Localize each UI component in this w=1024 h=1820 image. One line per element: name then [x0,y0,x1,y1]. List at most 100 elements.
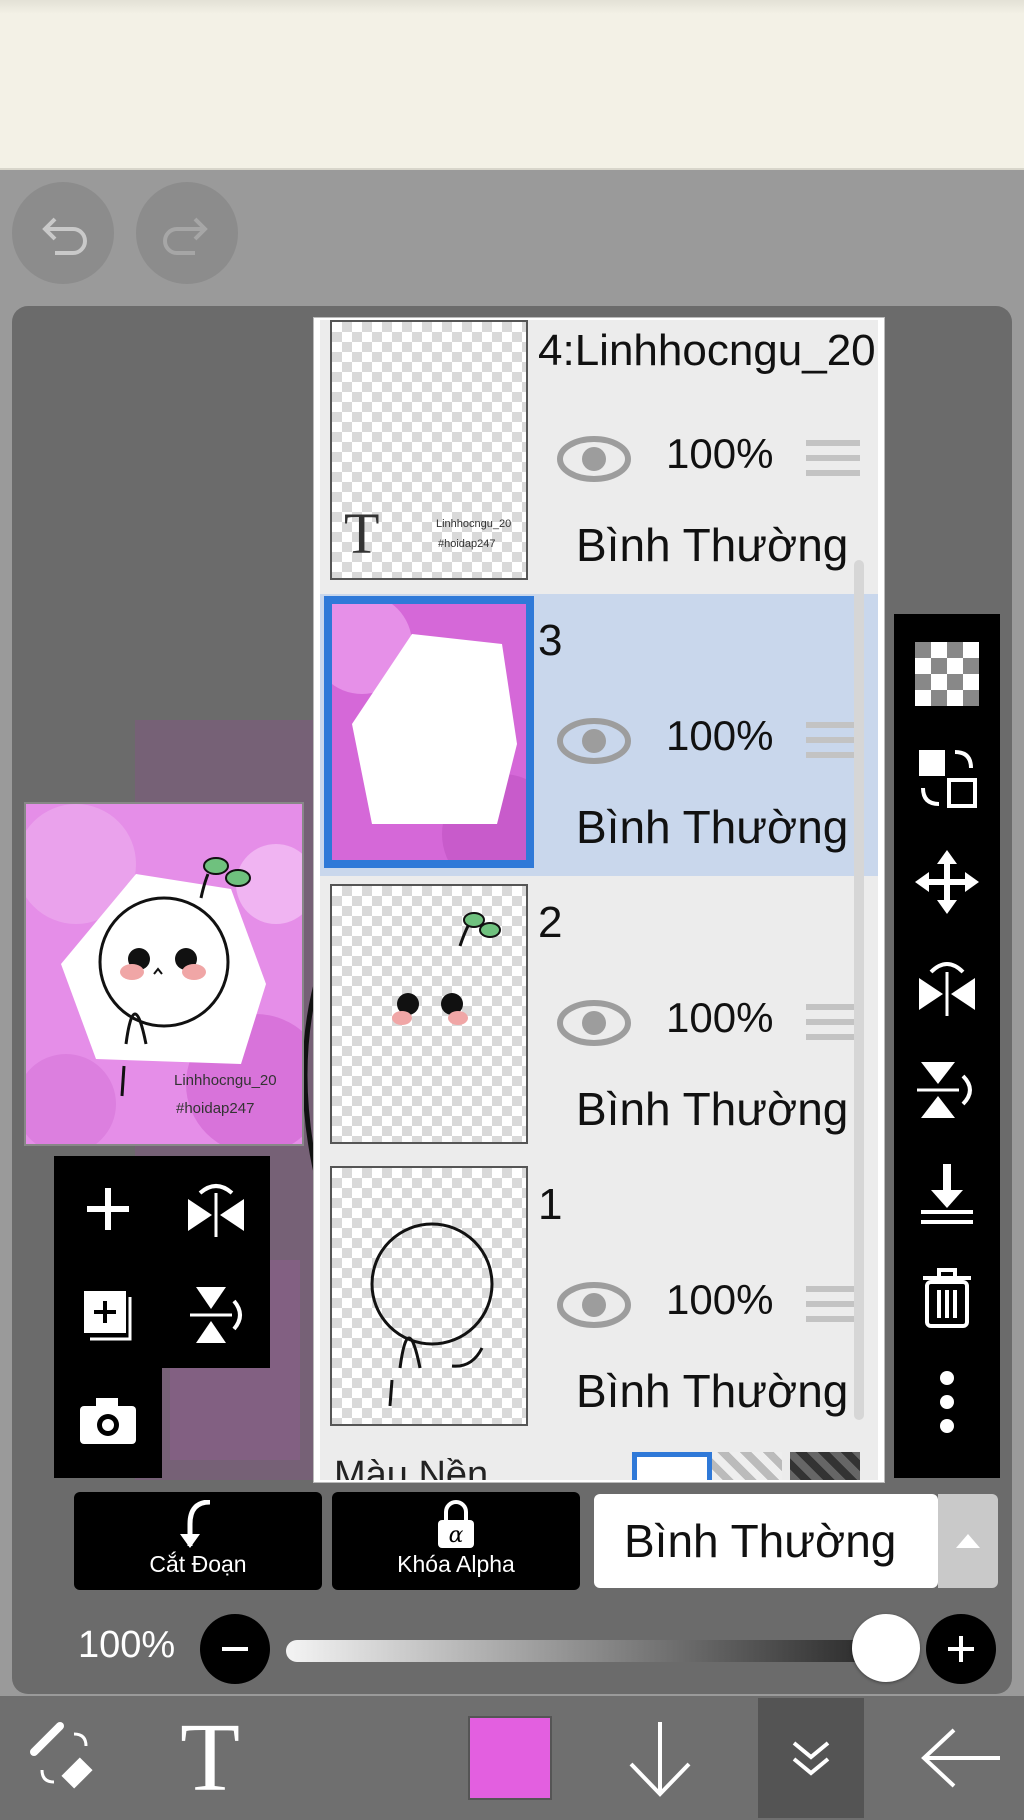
bg-dark-swatch[interactable] [790,1452,860,1480]
bottom-toolbar: T [0,1696,1024,1820]
add-layer-button[interactable] [54,1156,162,1262]
more-options-button[interactable] [894,1350,1000,1454]
layer-name: 1 [538,1180,563,1229]
layer2-drawing [392,912,501,1025]
layer-thumbnail [324,596,534,868]
arrow-down-icon [629,1722,691,1797]
plus-icon [87,1188,129,1230]
flip-vertical-icon [917,1062,972,1118]
blend-mode-select[interactable]: Bình Thường [594,1494,938,1588]
back-button[interactable] [912,1696,1012,1820]
merge-down-button[interactable] [894,1142,1000,1246]
background-label: Màu Nền [334,1454,489,1482]
layer-name: 2 [538,898,563,947]
checkerboard-icon [915,642,979,706]
flip-vertical-button[interactable] [162,1262,270,1368]
lock-icon: α [438,1500,474,1548]
delete-layer-button[interactable] [894,1246,1000,1350]
triangle-up-icon [956,1534,980,1548]
opacity-slider-track[interactable] [286,1640,896,1662]
layer-opacity: 100% [666,1276,774,1323]
flip-horizontal-icon [188,1184,244,1237]
layer-row-4[interactable]: T Linhhocngu_20 #hoidap247 4:Linhhocngu_… [320,320,878,596]
move-arrows-icon [915,850,979,914]
layer-blend-mode: Bình Thường [576,1365,849,1417]
add-copy-layer-button[interactable] [54,1262,162,1368]
more-vertical-icon [940,1371,954,1433]
minus-icon [222,1647,248,1651]
opacity-increase-button[interactable] [926,1614,996,1684]
flip-vertical-icon [190,1287,242,1343]
text-tool-icon: T [180,1704,240,1812]
opacity-decrease-button[interactable] [200,1614,270,1684]
preview-watermark-1: Linhhocngu_20 [174,1072,277,1089]
preview-drawing [26,804,302,1144]
alpha-lock-label: Khóa Alpha [397,1551,515,1577]
layer-opacity: 100% [666,994,774,1041]
plus-icon [948,1636,974,1662]
layer-thumbnail [330,884,528,1144]
layer-name: 4:Linhhocngu_20 [538,326,876,375]
drag-handle-icon[interactable] [806,722,860,767]
thumb-text-1: Linhhocngu_20 [436,518,512,530]
alpha-lock-button[interactable]: α Khóa Alpha [332,1492,580,1590]
blend-mode-dropdown-button[interactable] [938,1494,998,1588]
swap-icon [919,750,977,808]
layer-row-1[interactable]: 1 100% Bình Thường [320,1158,878,1442]
color-picker-button[interactable] [460,1696,560,1820]
text-tool-button[interactable]: T [160,1696,260,1820]
opacity-slider-handle[interactable] [852,1614,920,1682]
eye-icon[interactable] [556,434,632,484]
blend-mode-value: Bình Thường [624,1515,897,1567]
bg-transparent-swatch[interactable] [712,1452,782,1480]
layer-name: 3 [538,616,563,665]
layer-opacity: 100% [666,430,774,477]
transparency-button[interactable] [894,622,1000,726]
brush-eraser-toggle-button[interactable] [14,1696,114,1820]
arrow-left-icon [921,1728,1000,1788]
drag-handle-icon[interactable] [806,440,860,485]
layer-thumbnail [330,1166,528,1426]
collapse-panel-button[interactable] [758,1698,864,1818]
undo-icon [42,217,87,255]
flip-layer-vertical-button[interactable] [894,1038,1000,1142]
flip-layer-horizontal-button[interactable] [894,934,1000,1038]
flip-horizontal-icon [919,962,975,1016]
flip-horizontal-button[interactable] [162,1156,270,1262]
layer-actions-toolbar [894,614,1000,1478]
merge-down-icon [921,1164,973,1224]
bg-white-swatch[interactable] [632,1452,712,1480]
layer-down-button[interactable] [610,1696,710,1820]
trash-icon [923,1268,971,1328]
layer-blend-mode: Bình Thường [576,519,849,571]
eye-icon[interactable] [556,1280,632,1330]
redo-button[interactable] [136,182,238,284]
layer-opacity: 100% [666,712,774,759]
camera-button[interactable] [54,1368,162,1474]
text-layer-glyph: T [344,501,380,566]
opacity-control: 100% [0,1600,1024,1696]
canvas-preview[interactable]: Linhhocngu_20 #hoidap247 [24,802,304,1146]
camera-panel [54,1368,162,1478]
background-color-row[interactable]: Màu Nền [320,1432,878,1482]
brush-eraser-icon [30,1722,93,1789]
clipping-label: Cắt Đoạn [149,1551,247,1577]
drag-handle-icon[interactable] [806,1004,860,1049]
layers-scrollbar[interactable] [854,560,864,1420]
clip-arrow-icon [180,1500,211,1548]
move-button[interactable] [894,830,1000,934]
undo-button[interactable] [12,182,114,284]
opacity-value: 100% [78,1624,176,1666]
layer1-drawing [370,1222,494,1407]
top-banner [0,0,1024,170]
layer-row-2[interactable]: 2 100% Bình Thường [320,876,878,1160]
alpha-glyph: α [449,1523,464,1548]
clipping-button[interactable]: Cắt Đoạn [74,1492,322,1590]
layers-panel[interactable]: T Linhhocngu_20 #hoidap247 4:Linhhocngu_… [314,318,884,1482]
swap-layer-button[interactable] [894,726,1000,830]
current-color-swatch [468,1716,552,1800]
layer-row-3[interactable]: 3 100% Bình Thường [320,594,878,878]
drag-handle-icon[interactable] [806,1286,860,1331]
eye-icon[interactable] [556,998,632,1048]
eye-icon[interactable] [556,716,632,766]
